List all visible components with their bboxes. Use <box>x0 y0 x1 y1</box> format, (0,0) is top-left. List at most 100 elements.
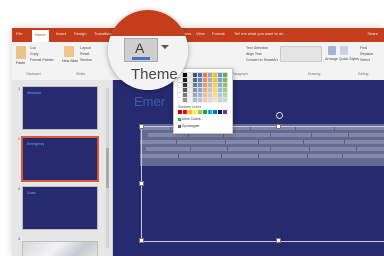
arrange-button[interactable]: Arrange <box>325 57 338 61</box>
quick-styles-button[interactable]: Quick Styles <box>339 57 359 61</box>
resize-handle[interactable] <box>139 238 144 243</box>
tab-home[interactable]: Home <box>32 30 49 42</box>
cut-button[interactable]: Cut <box>30 46 36 50</box>
theme-color-swatch[interactable] <box>177 97 183 103</box>
new-slide-icon[interactable] <box>64 46 74 57</box>
share-button[interactable]: Share <box>367 31 378 36</box>
standard-color-swatch[interactable] <box>203 110 207 114</box>
theme-color-swatch[interactable] <box>207 92 213 98</box>
tab-design[interactable]: Design <box>74 31 86 36</box>
theme-color-swatch[interactable] <box>202 82 208 88</box>
theme-color-swatch[interactable] <box>222 97 228 103</box>
theme-color-swatch[interactable] <box>182 92 188 98</box>
theme-color-swatch[interactable] <box>187 72 193 78</box>
tab-view[interactable]: View <box>196 31 205 36</box>
thumbnail-scrollbar-thumb[interactable] <box>106 148 109 188</box>
theme-color-swatch[interactable] <box>207 77 213 83</box>
standard-color-swatch[interactable] <box>218 110 222 114</box>
convert-smartart-button[interactable]: Convert to SmartArt <box>246 58 278 62</box>
select-button[interactable]: Select <box>360 58 370 62</box>
replace-button[interactable]: Replace <box>360 52 373 56</box>
slide-thumbnail-3[interactable]: Goals <box>22 186 98 230</box>
theme-color-swatch[interactable] <box>182 97 188 103</box>
slide-thumbnail-4[interactable] <box>22 241 98 256</box>
standard-color-swatch[interactable] <box>188 110 192 114</box>
theme-color-swatch[interactable] <box>217 87 223 93</box>
theme-color-swatch[interactable] <box>202 77 208 83</box>
font-color-a-icon[interactable]: A <box>135 40 144 56</box>
theme-color-swatch[interactable] <box>197 92 203 98</box>
standard-color-swatch[interactable] <box>198 110 202 114</box>
theme-color-swatch[interactable] <box>197 72 203 78</box>
paste-icon[interactable] <box>16 46 26 59</box>
theme-color-swatch[interactable] <box>187 87 193 93</box>
theme-color-swatch[interactable] <box>222 72 228 78</box>
theme-color-swatch[interactable] <box>197 82 203 88</box>
theme-color-swatch[interactable] <box>187 82 193 88</box>
resize-handle[interactable] <box>276 124 281 129</box>
theme-color-swatch[interactable] <box>177 92 183 98</box>
theme-color-swatch[interactable] <box>212 87 218 93</box>
tab-insert[interactable]: Insert <box>56 31 66 36</box>
standard-color-swatch[interactable] <box>213 110 217 114</box>
more-colors-item[interactable]: More Colors... <box>182 117 203 121</box>
theme-color-swatch[interactable] <box>222 92 228 98</box>
theme-color-swatch[interactable] <box>222 77 228 83</box>
theme-color-swatch[interactable] <box>202 92 208 98</box>
theme-color-swatch[interactable] <box>217 77 223 83</box>
format-painter-button[interactable]: Format Painter <box>30 58 54 62</box>
theme-color-swatch[interactable] <box>217 82 223 88</box>
theme-color-swatch[interactable] <box>187 77 193 83</box>
text-direction-button[interactable]: Text Direction <box>246 46 268 50</box>
theme-color-swatch[interactable] <box>212 92 218 98</box>
theme-color-swatch[interactable] <box>192 87 198 93</box>
standard-color-swatch[interactable] <box>193 110 197 114</box>
theme-color-swatch[interactable] <box>207 87 213 93</box>
slide-thumbnail-1[interactable]: Welcome <box>22 86 98 130</box>
theme-color-swatch[interactable] <box>212 72 218 78</box>
theme-color-swatch[interactable] <box>217 92 223 98</box>
theme-color-swatch[interactable] <box>202 72 208 78</box>
tell-me-box[interactable]: Tell me what you want to do <box>234 31 283 36</box>
theme-color-swatch[interactable] <box>197 97 203 103</box>
theme-color-swatch[interactable] <box>207 97 213 103</box>
theme-color-swatch[interactable] <box>222 82 228 88</box>
theme-color-swatch[interactable] <box>197 77 203 83</box>
theme-color-swatch[interactable] <box>217 72 223 78</box>
theme-color-swatch[interactable] <box>192 72 198 78</box>
theme-color-swatch[interactable] <box>217 97 223 103</box>
theme-color-swatch[interactable] <box>192 92 198 98</box>
theme-color-swatch[interactable] <box>202 97 208 103</box>
shapes-gallery[interactable] <box>280 46 322 62</box>
theme-color-swatch[interactable] <box>202 87 208 93</box>
theme-color-swatch[interactable] <box>212 97 218 103</box>
new-slide-button[interactable]: New Slide <box>62 59 78 63</box>
slide-title-text[interactable]: Emer <box>134 94 165 109</box>
tab-file[interactable]: File <box>16 31 22 36</box>
reset-button[interactable]: Reset <box>80 52 89 56</box>
quick-styles-icon[interactable] <box>340 46 348 55</box>
resize-handle[interactable] <box>276 238 281 243</box>
theme-color-swatch[interactable] <box>192 77 198 83</box>
chevron-down-icon[interactable] <box>161 45 169 49</box>
paste-button[interactable]: Paste <box>16 61 25 65</box>
align-text-button[interactable]: Align Text <box>246 52 262 56</box>
standard-color-swatch[interactable] <box>208 110 212 114</box>
standard-color-swatch[interactable] <box>223 110 227 114</box>
theme-color-swatch[interactable] <box>192 82 198 88</box>
theme-color-swatch[interactable] <box>212 82 218 88</box>
resize-handle[interactable] <box>139 124 144 129</box>
theme-color-swatch[interactable] <box>187 92 193 98</box>
standard-color-swatch[interactable] <box>183 110 187 114</box>
standard-color-swatch[interactable] <box>178 110 182 114</box>
theme-color-swatch[interactable] <box>197 87 203 93</box>
theme-color-swatch[interactable] <box>207 82 213 88</box>
resize-handle[interactable] <box>139 181 144 186</box>
theme-color-swatch[interactable] <box>207 72 213 78</box>
arrange-icon[interactable] <box>328 46 336 55</box>
section-button[interactable]: Section <box>80 58 92 62</box>
tab-format[interactable]: Format <box>212 31 225 36</box>
theme-color-swatch[interactable] <box>222 87 228 93</box>
copy-button[interactable]: Copy <box>30 52 38 56</box>
rotate-handle-icon[interactable] <box>276 112 283 119</box>
